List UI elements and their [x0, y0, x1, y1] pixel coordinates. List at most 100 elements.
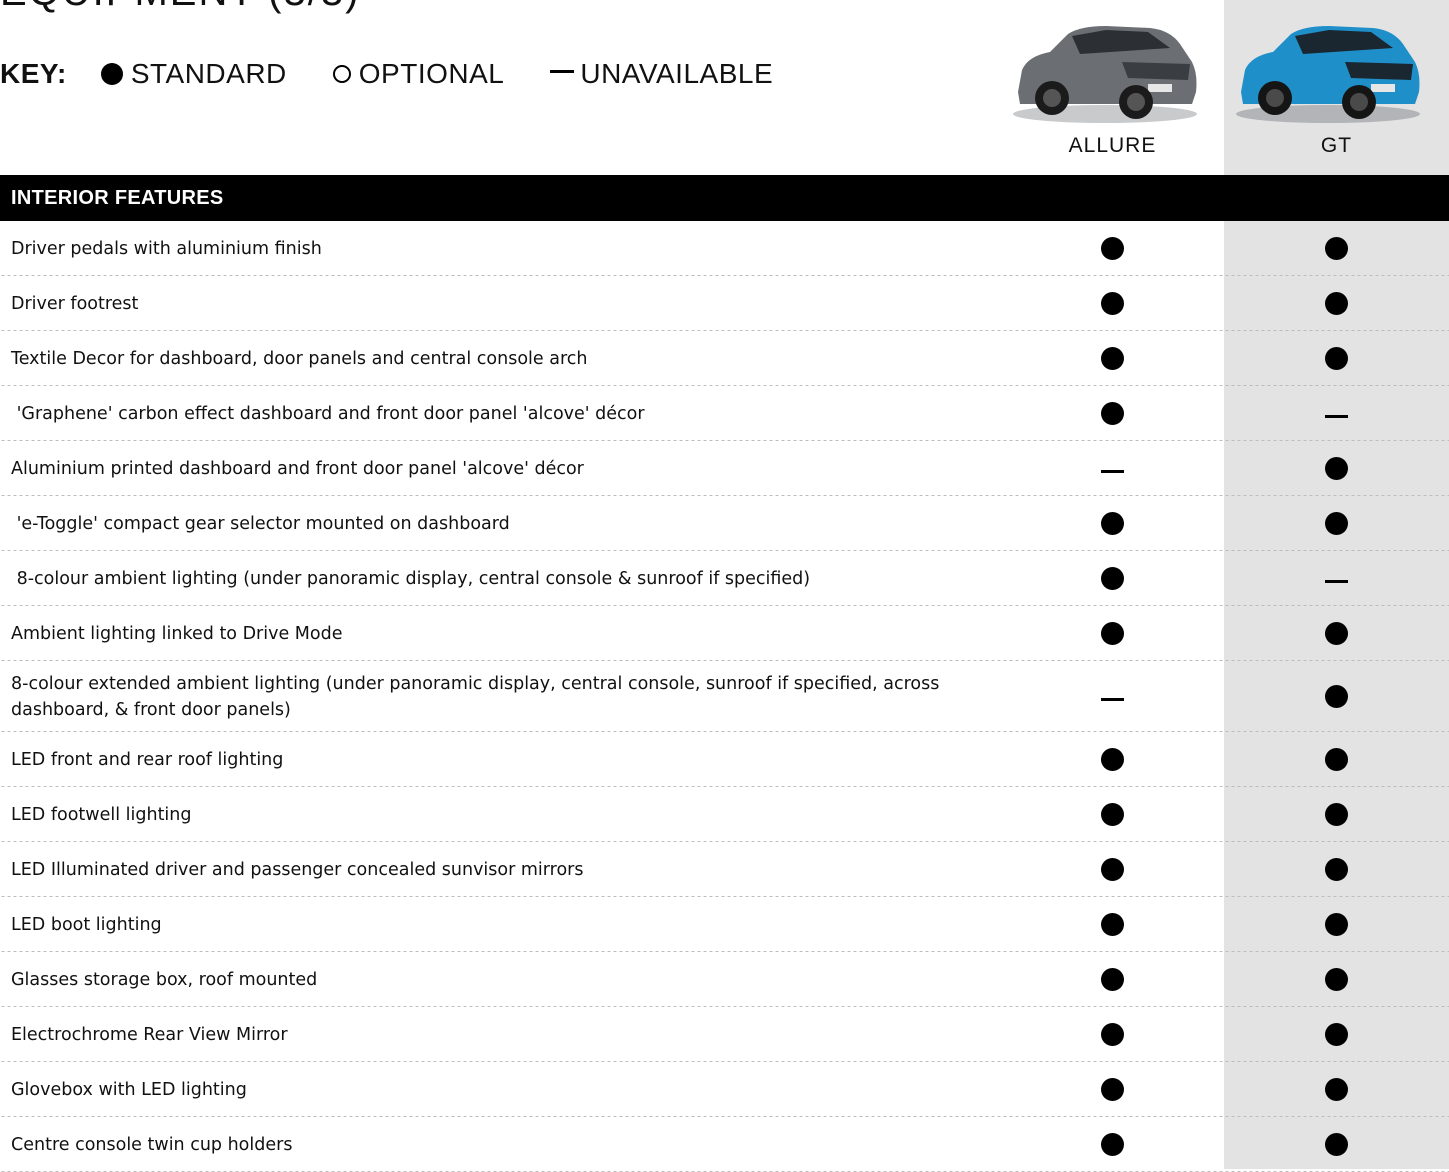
allure-availability-cell	[1000, 276, 1225, 331]
table-row: 'Graphene' carbon effect dashboard and f…	[0, 386, 1449, 441]
filled-circle-icon	[1101, 402, 1124, 425]
filled-circle-icon	[1325, 237, 1348, 260]
table-row: 8-colour extended ambient lighting (unde…	[0, 661, 1449, 732]
allure-availability-cell	[1000, 496, 1225, 551]
key-standard-label: STANDARD	[130, 58, 287, 89]
table-row: 8-colour ambient lighting (under panoram…	[0, 551, 1449, 606]
filled-circle-icon	[1101, 237, 1124, 260]
table-row: 'e-Toggle' compact gear selector mounted…	[0, 496, 1449, 551]
allure-availability-cell	[1000, 441, 1225, 496]
filled-circle-icon	[1325, 913, 1348, 936]
feature-label: Driver footrest	[11, 293, 139, 314]
filled-circle-icon	[1101, 567, 1124, 590]
filled-circle-icon	[1325, 803, 1348, 826]
filled-circle-icon	[1101, 347, 1124, 370]
dash-icon	[1325, 580, 1348, 583]
gt-availability-cell	[1224, 952, 1449, 1007]
allure-availability-cell	[1000, 787, 1225, 842]
table-row: Electrochrome Rear View Mirror	[0, 1007, 1449, 1062]
dash-icon	[1101, 698, 1124, 701]
page-title: EQUIPMENT (3/3)	[0, 0, 360, 15]
filled-circle-icon	[1325, 858, 1348, 881]
gt-availability-cell	[1224, 331, 1449, 386]
filled-circle-icon	[1325, 1133, 1348, 1156]
key-unavailable: UNAVAILABLE	[550, 58, 773, 90]
feature-label: Electrochrome Rear View Mirror	[11, 1024, 288, 1045]
gt-availability-cell	[1224, 787, 1449, 842]
key-optional-label: OPTIONAL	[358, 58, 505, 89]
model-name-gt: GT	[1320, 134, 1353, 157]
allure-availability-cell	[1000, 1062, 1225, 1117]
allure-availability-cell	[1000, 897, 1225, 952]
feature-label: 8-colour ambient lighting (under panoram…	[11, 568, 811, 589]
allure-car-image	[1013, 26, 1197, 123]
key-standard: STANDARD	[100, 58, 287, 90]
feature-label: 'Graphene' carbon effect dashboard and f…	[11, 403, 645, 424]
dash-icon	[1101, 470, 1124, 473]
filled-circle-icon	[1325, 1078, 1348, 1101]
gt-availability-cell	[1224, 606, 1449, 661]
key-optional: OPTIONAL	[332, 58, 505, 90]
filled-circle-icon	[1325, 457, 1348, 480]
gt-availability-cell	[1224, 661, 1449, 732]
filled-circle-icon	[1101, 748, 1124, 771]
allure-availability-cell	[1000, 732, 1225, 787]
gt-availability-cell	[1224, 276, 1449, 331]
table-row: LED boot lighting	[0, 897, 1449, 952]
allure-availability-cell	[1000, 1117, 1225, 1172]
gt-availability-cell	[1224, 1062, 1449, 1117]
gt-availability-cell	[1224, 441, 1449, 496]
table-row: LED Illuminated driver and passenger con…	[0, 842, 1449, 897]
allure-availability-cell	[1000, 661, 1225, 732]
features-table: Driver pedals with aluminium finish Drive…	[0, 221, 1449, 1172]
filled-circle-icon	[1325, 968, 1348, 991]
filled-circle-icon	[1101, 803, 1124, 826]
filled-circle-icon	[1325, 748, 1348, 771]
feature-label: LED boot lighting	[11, 914, 162, 935]
filled-circle-icon	[1325, 1023, 1348, 1046]
feature-label: Centre console twin cup holders	[11, 1134, 293, 1155]
feature-label: Glasses storage box, roof mounted	[11, 969, 318, 990]
dash-icon	[1325, 415, 1348, 418]
table-row: Driver footrest	[0, 276, 1449, 331]
model-name-allure: ALLURE	[1068, 134, 1157, 157]
feature-label: Ambient lighting linked to Drive Mode	[11, 623, 343, 644]
dash-icon	[550, 69, 575, 73]
section-title: INTERIOR FEATURES	[11, 186, 224, 209]
gt-availability-cell	[1224, 732, 1449, 787]
gt-availability-cell	[1224, 496, 1449, 551]
filled-circle-icon	[1101, 1023, 1124, 1046]
gt-availability-cell	[1224, 1117, 1449, 1172]
filled-circle-icon	[1101, 512, 1124, 535]
allure-availability-cell	[1000, 331, 1225, 386]
filled-circle-icon	[1101, 858, 1124, 881]
filled-circle-icon	[1325, 622, 1348, 645]
filled-circle-icon	[1101, 913, 1124, 936]
allure-availability-cell	[1000, 386, 1225, 441]
filled-circle-icon	[1325, 347, 1348, 370]
section-header: INTERIOR FEATURES	[0, 175, 1449, 221]
table-row: Ambient lighting linked to Drive Mode	[0, 606, 1449, 661]
gt-availability-cell	[1224, 1007, 1449, 1062]
table-row: LED front and rear roof lighting	[0, 732, 1449, 787]
filled-circle-icon	[1101, 1078, 1124, 1101]
key-unavailable-label: UNAVAILABLE	[580, 58, 774, 89]
feature-label: LED Illuminated driver and passenger con…	[11, 859, 584, 880]
gt-availability-cell	[1224, 551, 1449, 606]
filled-circle-icon	[1325, 685, 1348, 708]
key-legend: KEY: STANDARD OPTIONAL UNAVAILABLE	[0, 56, 819, 92]
open-circle-icon	[332, 65, 351, 83]
allure-availability-cell	[1000, 842, 1225, 897]
feature-label: 'e-Toggle' compact gear selector mounted…	[11, 513, 510, 534]
feature-label: Textile Decor for dashboard, door panels…	[11, 348, 588, 369]
allure-availability-cell	[1000, 221, 1225, 276]
gt-car-image	[1236, 26, 1420, 123]
key-label: KEY:	[0, 58, 67, 89]
filled-circle-icon	[1101, 622, 1124, 645]
feature-label: 8-colour extended ambient lighting (unde…	[11, 673, 945, 720]
table-row: Centre console twin cup holders	[0, 1117, 1449, 1172]
gt-availability-cell	[1224, 842, 1449, 897]
filled-circle-icon	[1325, 512, 1348, 535]
gt-availability-cell	[1224, 386, 1449, 441]
feature-label: LED front and rear roof lighting	[11, 749, 284, 770]
